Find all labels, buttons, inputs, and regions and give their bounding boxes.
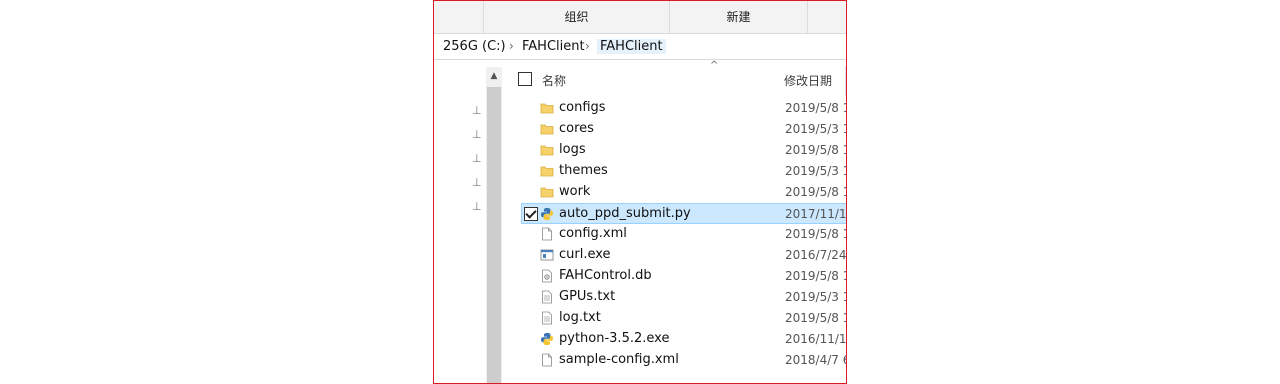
file-name: logs: [559, 142, 586, 157]
file-row[interactable]: sample-config.xml 2018/4/7 6: [522, 350, 847, 371]
file-name: work: [559, 184, 591, 199]
file-name: curl.exe: [559, 247, 611, 262]
file-row[interactable]: config.xml 2019/5/8 1: [522, 224, 847, 245]
sort-ascending-icon: ^: [710, 60, 719, 71]
pin-icon[interactable]: ⊥: [472, 201, 482, 213]
ribbon-group-next: [807, 1, 846, 33]
pin-icon[interactable]: ⊥: [472, 105, 482, 117]
file-modified-date: 2017/11/14: [785, 207, 847, 221]
file-row[interactable]: FAHControl.db 2019/5/8 1: [522, 266, 847, 287]
file-modified-date: 2019/5/3 1: [785, 164, 847, 178]
breadcrumb-separator-icon: ›: [585, 39, 590, 53]
file-modified-date: 2019/5/8 1: [785, 101, 847, 115]
file-modified-date: 2019/5/8 1: [785, 269, 847, 283]
file-modified-date: 2019/5/3 1: [785, 122, 847, 136]
file-row[interactable]: auto_ppd_submit.py 2017/11/14: [521, 203, 847, 224]
file-modified-date: 2019/5/3 1: [785, 290, 847, 304]
file-modified-date: 2016/11/12: [785, 332, 847, 346]
file-name: auto_ppd_submit.py: [559, 206, 691, 221]
column-divider[interactable]: [845, 66, 846, 96]
ribbon-group-new[interactable]: 新建: [669, 1, 807, 33]
file-row[interactable]: configs 2019/5/8 1: [522, 98, 847, 119]
ribbon-group-organize[interactable]: 组织: [483, 1, 669, 33]
row-checkbox[interactable]: [524, 207, 538, 221]
folder-icon: [540, 122, 554, 136]
folder-icon: [540, 185, 554, 199]
scrollbar-thumb[interactable]: [487, 87, 501, 383]
file-row[interactable]: logs 2019/5/8 1: [522, 140, 847, 161]
file-row[interactable]: work 2019/5/8 1: [522, 182, 847, 203]
file-modified-date: 2019/5/8 1: [785, 185, 847, 199]
file-name: log.txt: [559, 310, 601, 325]
ribbon: 组织 新建: [434, 1, 846, 34]
file-name: sample-config.xml: [559, 352, 679, 367]
pin-icon[interactable]: ⊥: [472, 129, 482, 141]
explorer-window: 组织 新建 256G (C:) › FAHClient › FAHClient …: [433, 0, 847, 384]
file-name: FAHControl.db: [559, 268, 652, 283]
file-modified-date: 2018/4/7 6: [785, 353, 847, 367]
file-modified-date: 2016/7/24: [785, 248, 847, 262]
column-modified-date[interactable]: 修改日期: [784, 72, 832, 89]
file-row[interactable]: cores 2019/5/3 1: [522, 119, 847, 140]
folder-icon: [540, 101, 554, 115]
breadcrumb-separator-icon: ›: [509, 39, 514, 53]
file-row[interactable]: themes 2019/5/3 1: [522, 161, 847, 182]
file-row[interactable]: log.txt 2019/5/8 1: [522, 308, 847, 329]
file-modified-date: 2019/5/8 1: [785, 311, 847, 325]
address-bar[interactable]: 256G (C:) › FAHClient › FAHClient: [434, 34, 846, 60]
text-file-icon: [540, 311, 554, 325]
file-modified-date: 2019/5/8 1: [785, 227, 847, 241]
application-icon: [540, 248, 554, 262]
text-file-icon: [540, 290, 554, 304]
file-row[interactable]: GPUs.txt 2019/5/3 1: [522, 287, 847, 308]
python-icon: [540, 207, 554, 221]
column-header: ^ 名称 修改日期: [502, 60, 846, 98]
document-icon: [540, 353, 554, 367]
file-name: config.xml: [559, 226, 627, 241]
folder-icon: [540, 143, 554, 157]
pin-icon[interactable]: ⊥: [472, 177, 482, 189]
file-row[interactable]: python-3.5.2.exe 2016/11/12: [522, 329, 847, 350]
file-name: GPUs.txt: [559, 289, 616, 304]
breadcrumb-folder[interactable]: FAHClient: [522, 39, 585, 54]
scroll-up-icon[interactable]: ▲: [486, 67, 502, 85]
folder-icon: [540, 164, 554, 178]
file-name: themes: [559, 163, 608, 178]
column-name[interactable]: 名称: [542, 72, 566, 89]
file-name: python-3.5.2.exe: [559, 331, 670, 346]
pin-icon[interactable]: ⊥: [472, 153, 482, 165]
document-icon: [540, 227, 554, 241]
select-all-checkbox[interactable]: [518, 72, 532, 86]
python-icon: [540, 332, 554, 346]
breadcrumb-drive[interactable]: 256G (C:): [443, 39, 506, 54]
file-name: cores: [559, 121, 594, 136]
breadcrumb-current-folder[interactable]: FAHClient: [597, 39, 666, 54]
file-row[interactable]: curl.exe 2016/7/24: [522, 245, 847, 266]
file-modified-date: 2019/5/8 1: [785, 143, 847, 157]
file-name: configs: [559, 100, 606, 115]
database-file-icon: [540, 269, 554, 283]
navigation-scrollbar[interactable]: ▲: [486, 67, 502, 383]
